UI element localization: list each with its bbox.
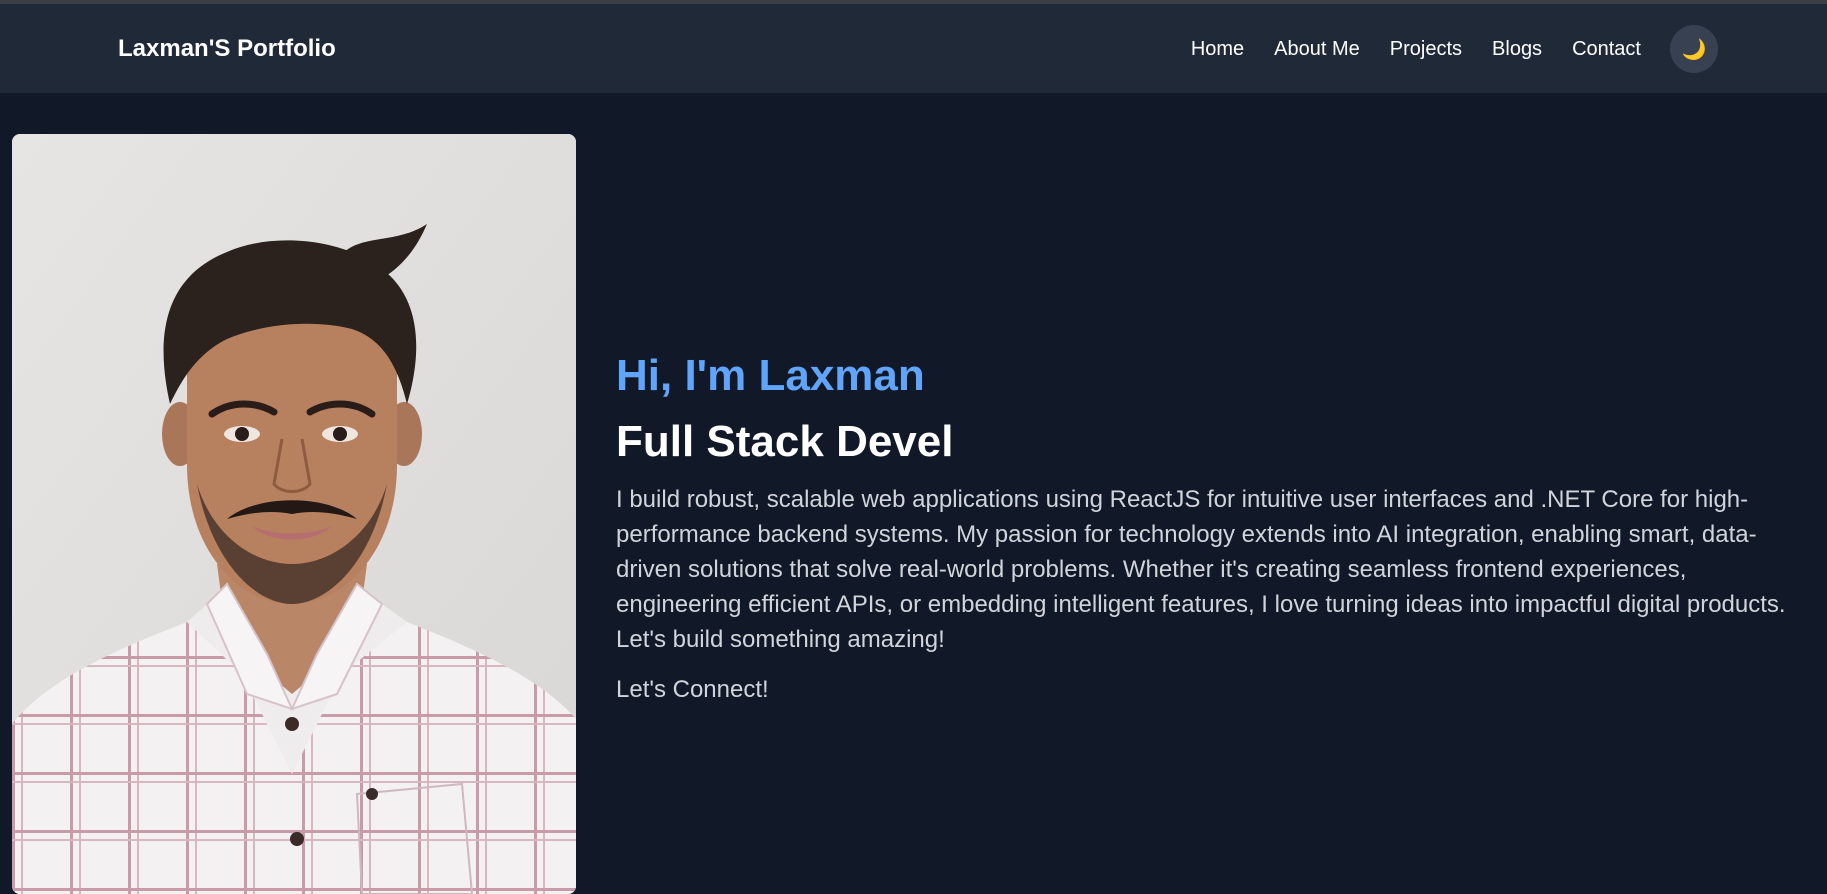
theme-toggle-button[interactable]: 🌙 [1670, 25, 1718, 73]
hero-role: Full Stack Devel [616, 417, 954, 466]
lets-connect-text: Let's Connect! [616, 676, 769, 703]
hero-greeting: Hi, I'm Laxman [616, 351, 925, 400]
navbar: Laxman'S Portfolio Home About Me Project… [0, 4, 1827, 93]
hero-section: Hi, I'm Laxman Full Stack Devel I build … [616, 348, 1806, 706]
nav-item-contact[interactable]: Contact [1572, 36, 1641, 62]
brand-title[interactable]: Laxman'S Portfolio [118, 34, 336, 64]
nav-item-projects[interactable]: Projects [1390, 36, 1462, 62]
nav-item-blogs[interactable]: Blogs [1492, 36, 1542, 62]
nav-item-about-me[interactable]: About Me [1274, 36, 1360, 62]
profile-photo [12, 134, 576, 894]
moon-icon: 🌙 [1681, 38, 1707, 61]
main-nav: Home About Me Projects Blogs Contact [1191, 36, 1641, 62]
hero-bio: I build robust, scalable web application… [616, 486, 1786, 653]
nav-item-home[interactable]: Home [1191, 36, 1244, 62]
